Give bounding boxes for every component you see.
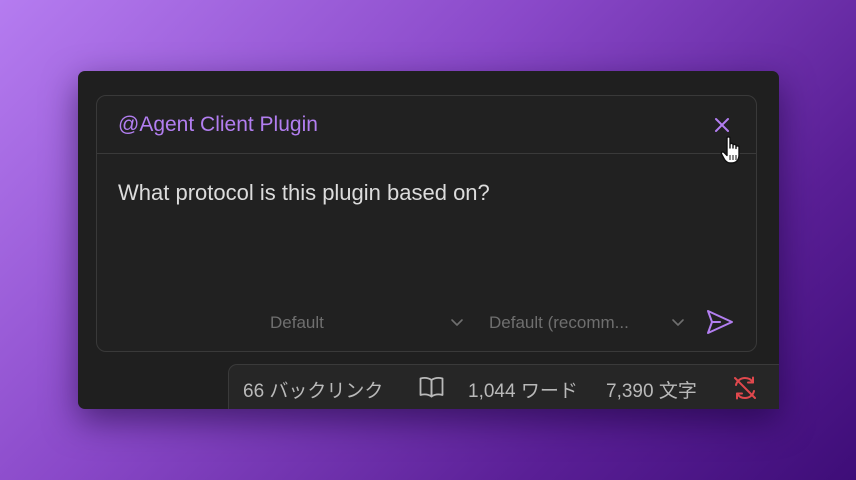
model-select-value: Default (recomm... xyxy=(489,313,629,332)
send-button[interactable] xyxy=(705,307,735,337)
close-mention-button[interactable] xyxy=(712,115,732,135)
pointer-hand-cursor-icon xyxy=(720,135,746,165)
chat-input-panel: @Agent Client Plugin What protocol is th… xyxy=(96,95,757,352)
model-select[interactable]: Default (recomm... xyxy=(489,310,693,336)
book-open-icon[interactable] xyxy=(418,375,445,399)
mode-select[interactable]: Default xyxy=(270,310,466,336)
backlinks-count[interactable]: 66 バックリンク xyxy=(243,376,383,403)
close-icon xyxy=(715,118,729,132)
status-bar: 66 バックリンク 1,044 ワード 7,390 文字 xyxy=(228,364,779,409)
character-count: 7,390 文字 xyxy=(606,381,697,402)
message-input[interactable]: What protocol is this plugin based on? xyxy=(118,180,490,206)
plugin-window: @Agent Client Plugin What protocol is th… xyxy=(78,71,779,409)
word-count: 1,044 ワード xyxy=(468,381,578,402)
chevron-down-icon xyxy=(672,319,684,326)
send-icon xyxy=(707,310,733,334)
chat-input-header: @Agent Client Plugin xyxy=(97,96,756,154)
mode-select-value: Default xyxy=(270,313,324,332)
chevron-down-icon xyxy=(451,319,463,326)
mention-chip[interactable]: @Agent Client Plugin xyxy=(118,113,318,137)
sync-off-icon[interactable] xyxy=(731,374,759,402)
